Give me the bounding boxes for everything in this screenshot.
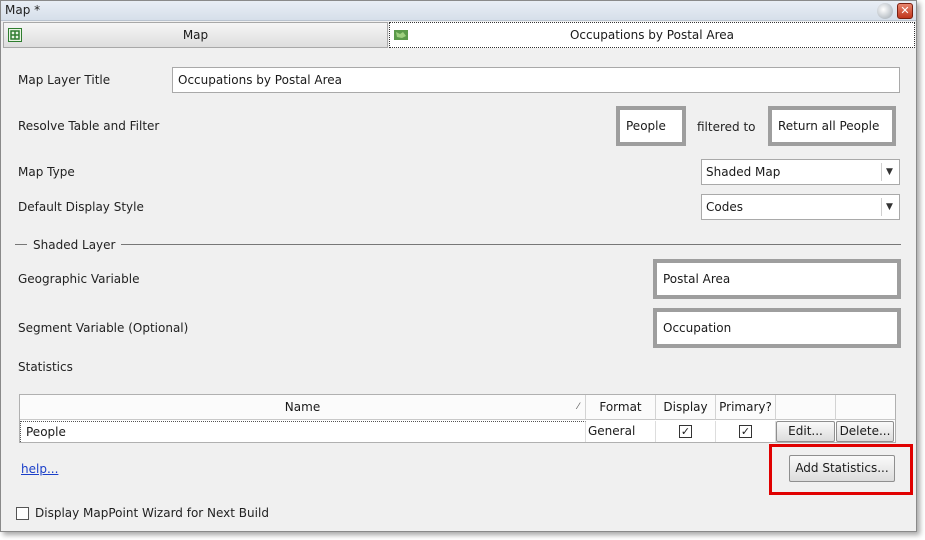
- primary-checkbox[interactable]: ✓: [739, 425, 752, 438]
- filter-field[interactable]: Return all People: [772, 110, 892, 142]
- map-type-value: Shaded Map: [706, 165, 781, 179]
- map-window: Map * ✕ Map Occupations by Postal Area M…: [0, 0, 917, 532]
- group-divider: [15, 244, 27, 245]
- segment-var-field[interactable]: Occupation: [657, 312, 897, 344]
- title-bar[interactable]: Map * ✕: [1, 1, 916, 21]
- tab-occupations-label: Occupations by Postal Area: [569, 28, 735, 42]
- help-link[interactable]: help...: [21, 462, 58, 476]
- map-type-label: Map Type: [18, 165, 75, 179]
- layer-title-label: Map Layer Title: [18, 73, 111, 87]
- group-divider: [121, 244, 901, 245]
- statistics-label: Statistics: [18, 360, 73, 374]
- column-header-edit: [776, 395, 836, 420]
- tab-strip: Map Occupations by Postal Area: [3, 22, 915, 48]
- geo-var-frame[interactable]: Postal Area: [653, 259, 901, 299]
- window-title: Map *: [5, 3, 41, 17]
- segment-var-label: Segment Variable (Optional): [18, 321, 189, 335]
- map-layer-icon: [394, 30, 408, 40]
- row-name-cell[interactable]: People: [20, 421, 586, 442]
- resolve-label: Resolve Table and Filter: [18, 119, 160, 133]
- edit-button[interactable]: Edit...: [776, 421, 835, 442]
- pin-icon[interactable]: [877, 3, 893, 19]
- sort-icon: ⁄: [577, 402, 579, 412]
- filtered-to-label: filtered to: [697, 120, 756, 134]
- add-statistics-button[interactable]: Add Statistics...: [789, 455, 895, 482]
- display-style-label: Default Display Style: [18, 200, 144, 214]
- display-style-value: Codes: [706, 200, 743, 214]
- column-header-delete: [836, 395, 895, 420]
- column-header-display[interactable]: Display: [656, 395, 716, 420]
- resolve-table-field[interactable]: People: [620, 110, 682, 142]
- column-header-name-label: Name: [284, 400, 321, 414]
- display-checkbox[interactable]: ✓: [679, 425, 692, 438]
- display-style-select[interactable]: Codes ▼: [701, 194, 900, 220]
- tab-map-label: Map: [182, 28, 209, 42]
- shaded-layer-group-label: Shaded Layer: [33, 238, 116, 252]
- tab-occupations[interactable]: Occupations by Postal Area: [389, 22, 915, 48]
- row-format-cell[interactable]: General: [586, 421, 656, 442]
- close-button[interactable]: ✕: [897, 3, 913, 19]
- wizard-checkbox[interactable]: [16, 507, 29, 520]
- resolve-table-frame[interactable]: People: [616, 106, 686, 146]
- wizard-checkbox-label: Display MapPoint Wizard for Next Build: [35, 506, 269, 520]
- geo-var-label: Geographic Variable: [18, 272, 140, 286]
- map-icon: [8, 28, 22, 42]
- chevron-down-icon[interactable]: ▼: [881, 198, 897, 216]
- segment-var-frame[interactable]: Occupation: [653, 308, 901, 348]
- column-header-name[interactable]: Name ⁄: [20, 395, 586, 420]
- column-header-format[interactable]: Format: [586, 395, 656, 420]
- chevron-down-icon[interactable]: ▼: [881, 163, 897, 181]
- geo-var-field[interactable]: Postal Area: [657, 263, 897, 295]
- filter-frame[interactable]: Return all People: [768, 106, 896, 146]
- tab-map[interactable]: Map: [3, 22, 388, 48]
- layer-title-input[interactable]: Occupations by Postal Area: [172, 67, 900, 93]
- statistics-grid: Name ⁄ Format Display Primary? People Ge…: [19, 394, 896, 443]
- row-primary-cell: ✓: [716, 421, 776, 442]
- column-header-primary[interactable]: Primary?: [716, 395, 776, 420]
- delete-button[interactable]: Delete...: [836, 421, 894, 442]
- map-type-select[interactable]: Shaded Map ▼: [701, 159, 900, 185]
- row-display-cell: ✓: [656, 421, 716, 442]
